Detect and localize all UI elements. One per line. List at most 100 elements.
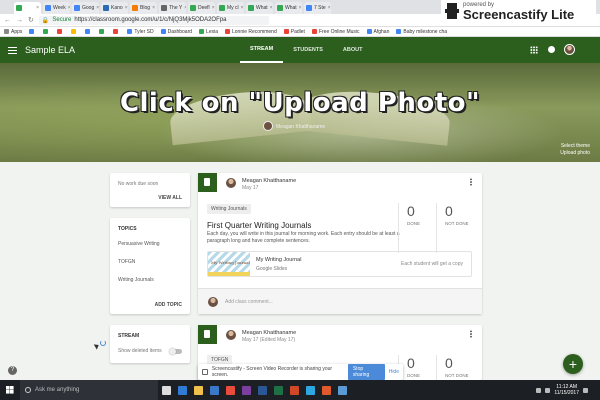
bookmark-item[interactable]: Lonnie Recommend (225, 29, 277, 35)
more-options-icon[interactable] (470, 330, 472, 338)
forward-arrow-icon[interactable]: → (16, 17, 23, 24)
tab-close-icon[interactable]: × (241, 5, 244, 11)
hamburger-menu-icon[interactable] (8, 46, 17, 54)
show-deleted-toggle[interactable] (169, 348, 182, 355)
done-stat[interactable]: 0 DONE (398, 203, 434, 253)
taskbar-clock[interactable]: 11:12 AM 11/15/2017 (554, 384, 579, 396)
browser-tab[interactable]: My cl × (217, 2, 244, 14)
url-text: https://classroom.google.com/u/1/c/NjQ3M… (74, 17, 227, 23)
tab-close-icon[interactable]: × (152, 5, 155, 11)
taskbar-app-powerpoint[interactable] (286, 380, 302, 400)
back-arrow-icon[interactable]: ← (4, 17, 11, 24)
attachment-card[interactable]: My Writing Journal My Writing Journal Go… (207, 251, 472, 277)
upload-photo-link[interactable]: Upload photo (560, 150, 590, 157)
topic-item[interactable]: Writing Journals (118, 277, 182, 283)
browser-tab[interactable]: Goog × (72, 2, 99, 14)
bookmark-favicon-icon (311, 29, 317, 34)
tab-close-icon[interactable]: × (68, 5, 70, 11)
taskbar-app-app[interactable] (334, 380, 350, 400)
bookmark-item[interactable]: Padlet (283, 29, 305, 35)
app-icon (337, 385, 347, 395)
browser-tab[interactable]: Blog × (130, 2, 157, 14)
account-avatar[interactable] (564, 44, 575, 55)
bookmark-item[interactable] (99, 29, 106, 34)
badge-title: Screencastify Lite (463, 6, 575, 22)
browser-tab[interactable]: Deefl × (188, 2, 215, 14)
tab-about[interactable]: ABOUT (333, 37, 373, 63)
stop-sharing-button[interactable]: Stop sharing (347, 364, 385, 380)
tab-stream[interactable]: STREAM (240, 37, 284, 63)
bookmark-item[interactable]: Baby milestone cha (396, 29, 447, 35)
bookmark-item[interactable] (29, 29, 36, 34)
taskbar-app-app[interactable] (302, 380, 318, 400)
tab-label: The Y (169, 5, 183, 11)
tab-close-icon[interactable]: × (270, 5, 273, 11)
not-done-stat[interactable]: 0 NOT DONE (436, 203, 472, 253)
topic-item[interactable]: TOFGN (118, 259, 182, 265)
browser-tab[interactable]: × (14, 2, 41, 14)
tab-close-icon[interactable]: × (184, 5, 186, 11)
taskbar-app-store[interactable] (206, 380, 222, 400)
attachment-copy-note: Each student will get a copy (401, 261, 463, 267)
action-center-icon[interactable] (583, 387, 588, 393)
tab-label: What (285, 5, 297, 11)
post-description: Each day, you will write in this journal… (207, 231, 400, 244)
post-title[interactable]: First Quarter Writing Journals (207, 221, 311, 230)
taskbar-app-onenote[interactable] (238, 380, 254, 400)
hide-share-bar-button[interactable]: Hide (389, 369, 399, 375)
taskbar-app-explorer[interactable] (190, 380, 206, 400)
bookmark-item[interactable]: Free Online Music (311, 29, 360, 35)
word-icon (257, 385, 267, 395)
browser-tab[interactable]: Week × (43, 2, 70, 14)
taskbar-search[interactable]: Ask me anything (20, 380, 158, 400)
browser-tab[interactable]: Kano × (101, 2, 128, 14)
browser-tab[interactable]: What × (275, 2, 302, 14)
bookmark-item[interactable] (113, 29, 120, 34)
banner-teacher-name: Meagan Khatthaname (276, 124, 326, 130)
tab-close-icon[interactable]: × (212, 5, 215, 11)
tab-close-icon[interactable]: × (36, 5, 39, 11)
browser-tab[interactable]: 7 Ste × (304, 2, 331, 14)
bookmark-item[interactable] (57, 29, 64, 34)
browser-tab[interactable]: What × (246, 2, 273, 14)
volume-icon[interactable] (545, 387, 551, 393)
select-theme-link[interactable]: Select theme (560, 143, 590, 150)
apps-grid-icon[interactable] (530, 46, 538, 54)
notifications-icon[interactable] (548, 46, 555, 53)
view-all-link[interactable]: VIEW ALL (158, 195, 182, 201)
class-title[interactable]: Sample ELA (25, 45, 75, 55)
add-fab-button[interactable]: + (563, 354, 583, 374)
bookmark-item[interactable]: Apps (4, 29, 22, 35)
network-icon[interactable] (536, 387, 542, 393)
excel-icon (273, 385, 283, 395)
taskbar-app-app[interactable] (318, 380, 334, 400)
bookmark-item[interactable] (43, 29, 50, 34)
start-button[interactable] (0, 380, 20, 400)
class-comment-input[interactable]: Add class comment... (225, 299, 273, 305)
taskbar-app-chrome[interactable] (222, 380, 238, 400)
bookmark-item[interactable] (71, 29, 78, 34)
taskbar-app-word[interactable] (254, 380, 270, 400)
tab-close-icon[interactable]: × (96, 5, 99, 11)
tab-close-icon[interactable]: × (125, 5, 128, 11)
add-topic-button[interactable]: ADD TOPIC (155, 302, 182, 308)
bookmark-item[interactable]: Tyler SD (127, 29, 154, 35)
tab-students[interactable]: STUDENTS (283, 37, 333, 63)
secure-label: Secure (52, 17, 72, 23)
tab-close-icon[interactable]: × (328, 5, 331, 11)
more-options-icon[interactable] (470, 178, 472, 186)
bookmark-item[interactable]: Dashboard (160, 29, 192, 35)
topic-item[interactable]: Persuasive Writing (118, 241, 182, 247)
bookmark-item[interactable] (85, 29, 92, 34)
tab-close-icon[interactable]: × (299, 5, 302, 11)
taskbar-app-edge[interactable] (174, 380, 190, 400)
address-bar[interactable]: 🔒 Secure https://classroom.google.com/u/… (38, 15, 269, 25)
help-icon[interactable]: ? (8, 366, 17, 375)
done-label: DONE (407, 373, 421, 378)
bookmark-item[interactable]: Lexia (199, 29, 218, 35)
bookmark-item[interactable]: Afghan (366, 29, 389, 35)
browser-tab[interactable]: The Y × (159, 2, 186, 14)
taskbar-app-excel[interactable] (270, 380, 286, 400)
reload-icon[interactable]: ↻ (28, 16, 34, 24)
taskbar-app-task-view[interactable] (158, 380, 174, 400)
